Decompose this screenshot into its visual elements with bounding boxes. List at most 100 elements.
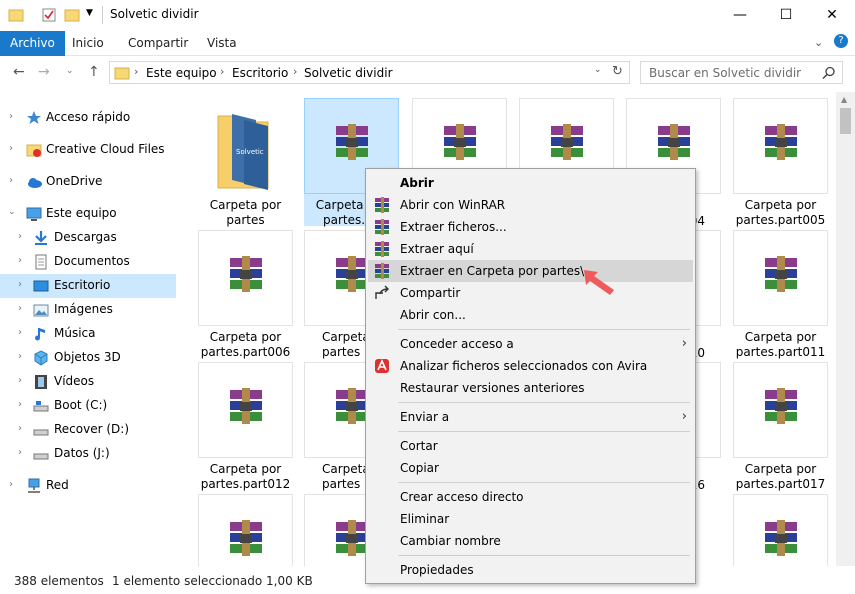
selection-info: 1 elemento seleccionado 1,00 KB bbox=[112, 574, 313, 588]
expand-icon[interactable]: › bbox=[18, 423, 22, 434]
menu-item-enviar-a[interactable]: Enviar a › bbox=[368, 406, 693, 428]
menu-item-cortar[interactable]: Cortar bbox=[368, 435, 693, 457]
scroll-thumb[interactable] bbox=[840, 108, 851, 134]
menu-item-eliminar[interactable]: Eliminar bbox=[368, 508, 693, 530]
menu-item-abrir-con[interactable]: Abrir con... bbox=[368, 304, 693, 326]
address-bar[interactable]: › Este equipo › Escritorio › Solvetic di… bbox=[109, 61, 630, 84]
maximize-icon[interactable]: ☐ bbox=[763, 0, 809, 31]
minimize-icon[interactable]: — bbox=[717, 0, 763, 31]
up-icon[interactable]: ↑ bbox=[88, 64, 100, 80]
submenu-arrow-icon: › bbox=[681, 409, 687, 424]
nav-item-imagenes[interactable]: › Imágenes bbox=[0, 298, 176, 322]
scroll-up-icon[interactable]: ▲ bbox=[841, 95, 847, 104]
nav-item-escritorio[interactable]: › Escritorio bbox=[0, 274, 176, 298]
tab-compartir[interactable]: Compartir bbox=[118, 31, 198, 56]
nav-label: Documentos bbox=[54, 254, 130, 268]
crumb-este-equipo[interactable]: Este equipo bbox=[146, 66, 217, 80]
navigation-pane: › Acceso rápido › Creative Cloud Files ›… bbox=[0, 96, 176, 566]
menu-item-cambiar-nombre[interactable]: Cambiar nombre bbox=[368, 530, 693, 552]
help-icon[interactable]: ? bbox=[834, 34, 848, 48]
nav-label: Recover (D:) bbox=[54, 422, 129, 436]
new-folder-icon[interactable] bbox=[64, 7, 80, 23]
expand-icon[interactable]: › bbox=[18, 447, 22, 458]
nav-item-descargas[interactable]: › Descargas bbox=[0, 226, 176, 250]
nav-item-acceso-rapido[interactable]: › Acceso rápido bbox=[0, 106, 176, 130]
file-item[interactable]: Carpeta por partes.part006 bbox=[198, 230, 293, 359]
search-icon[interactable] bbox=[822, 66, 836, 80]
expand-icon[interactable]: › bbox=[18, 255, 22, 266]
menu-separator bbox=[398, 329, 690, 330]
refresh-icon[interactable]: ↻ bbox=[612, 64, 623, 79]
nav-item-creative-cloud[interactable]: › Creative Cloud Files bbox=[0, 138, 176, 162]
file-item[interactable]: Carpeta por partes.part012 bbox=[198, 362, 293, 491]
close-icon[interactable]: ✕ bbox=[809, 0, 855, 31]
winrar-archive-icon bbox=[765, 388, 797, 424]
crumb-separator-icon[interactable]: › bbox=[220, 65, 224, 78]
expand-icon[interactable]: › bbox=[9, 143, 13, 154]
search-box[interactable]: Buscar en Solvetic dividir bbox=[640, 61, 843, 84]
address-dropdown-icon[interactable]: ⌄ bbox=[594, 65, 602, 75]
file-item[interactable] bbox=[733, 494, 828, 566]
nav-item-videos[interactable]: › Vídeos bbox=[0, 370, 176, 394]
expand-icon[interactable]: › bbox=[9, 111, 13, 122]
music-icon bbox=[35, 328, 45, 341]
forward-icon[interactable]: → bbox=[38, 64, 50, 80]
nav-item-onedrive[interactable]: › OneDrive bbox=[0, 170, 176, 194]
nav-item-documentos[interactable]: › Documentos bbox=[0, 250, 176, 274]
file-item[interactable]: Carpeta por partes.part005 bbox=[733, 98, 828, 227]
crumb-solvetic-dividir[interactable]: Solvetic dividir bbox=[304, 66, 393, 80]
tab-vista[interactable]: Vista bbox=[197, 31, 247, 56]
expand-icon[interactable]: › bbox=[9, 479, 13, 490]
menu-item-propiedades[interactable]: Propiedades bbox=[368, 559, 693, 581]
menu-item-restaurar[interactable]: Restaurar versiones anteriores bbox=[368, 377, 693, 399]
nav-item-red[interactable]: › Red bbox=[0, 474, 176, 498]
nav-label: Objetos 3D bbox=[54, 350, 121, 364]
menu-item-conceder-acceso[interactable]: Conceder acceso a › bbox=[368, 333, 693, 355]
nav-item-este-equipo[interactable]: ⌄ Este equipo bbox=[0, 202, 176, 226]
menu-item-extraer-en-carpeta[interactable]: Extraer en Carpeta por partes\ bbox=[368, 260, 693, 282]
file-item[interactable]: Carpeta por partes.part017 bbox=[733, 362, 828, 491]
nav-label: Imágenes bbox=[54, 302, 113, 316]
expand-icon[interactable]: › bbox=[9, 175, 13, 186]
ribbon-collapse-icon[interactable]: ⌄ bbox=[814, 36, 823, 49]
quick-access-dropdown-icon[interactable]: ▼ bbox=[86, 8, 93, 18]
tab-archivo[interactable]: Archivo bbox=[0, 31, 65, 56]
nav-label: OneDrive bbox=[46, 174, 103, 188]
nav-item-musica[interactable]: › Música bbox=[0, 322, 176, 346]
expand-icon[interactable]: › bbox=[18, 375, 22, 386]
nav-item-datos-j[interactable]: › Datos (J:) bbox=[0, 442, 176, 466]
nav-item-boot-c[interactable]: › Boot (C:) bbox=[0, 394, 176, 418]
file-item[interactable] bbox=[198, 494, 293, 566]
menu-item-crear-acceso-directo[interactable]: Crear acceso directo bbox=[368, 486, 693, 508]
expand-icon[interactable]: › bbox=[18, 231, 22, 242]
crumb-escritorio[interactable]: Escritorio bbox=[232, 66, 288, 80]
file-item[interactable]: Solvetic Carpeta por partes bbox=[198, 98, 293, 227]
crumb-separator-icon[interactable]: › bbox=[134, 65, 138, 78]
expand-icon[interactable]: › bbox=[18, 279, 22, 290]
menu-item-abrir[interactable]: Abrir bbox=[368, 172, 693, 194]
expand-icon[interactable]: › bbox=[18, 303, 22, 314]
menu-item-avira[interactable]: Analizar ficheros seleccionados con Avir… bbox=[368, 355, 693, 377]
vertical-scrollbar[interactable]: ▲ bbox=[836, 92, 855, 566]
nav-item-objetos-3d[interactable]: › Objetos 3D bbox=[0, 346, 176, 370]
expand-icon[interactable]: › bbox=[18, 399, 22, 410]
file-item[interactable]: Carpeta por partes.part011 bbox=[733, 230, 828, 359]
search-input[interactable]: Buscar en Solvetic dividir bbox=[649, 66, 801, 80]
collapse-icon[interactable]: ⌄ bbox=[8, 207, 16, 217]
menu-item-extraer-aqui[interactable]: Extraer aquí bbox=[368, 238, 693, 260]
menu-item-abrir-winrar[interactable]: Abrir con WinRAR bbox=[368, 194, 693, 216]
expand-icon[interactable]: › bbox=[18, 327, 22, 338]
expand-icon[interactable]: › bbox=[18, 351, 22, 362]
properties-icon[interactable] bbox=[41, 7, 57, 23]
nav-label: Descargas bbox=[54, 230, 117, 244]
share-icon bbox=[375, 285, 389, 299]
menu-item-extraer-ficheros[interactable]: Extraer ficheros... bbox=[368, 216, 693, 238]
recent-dropdown-icon[interactable]: ⌄ bbox=[66, 66, 74, 76]
nav-item-recover-d[interactable]: › Recover (D:) bbox=[0, 418, 176, 442]
crumb-separator-icon[interactable]: › bbox=[293, 65, 297, 78]
tab-inicio[interactable]: Inicio bbox=[62, 31, 114, 56]
video-icon bbox=[35, 375, 47, 389]
back-icon[interactable]: ← bbox=[13, 64, 25, 80]
menu-item-compartir[interactable]: Compartir bbox=[368, 282, 693, 304]
menu-item-copiar[interactable]: Copiar bbox=[368, 457, 693, 479]
